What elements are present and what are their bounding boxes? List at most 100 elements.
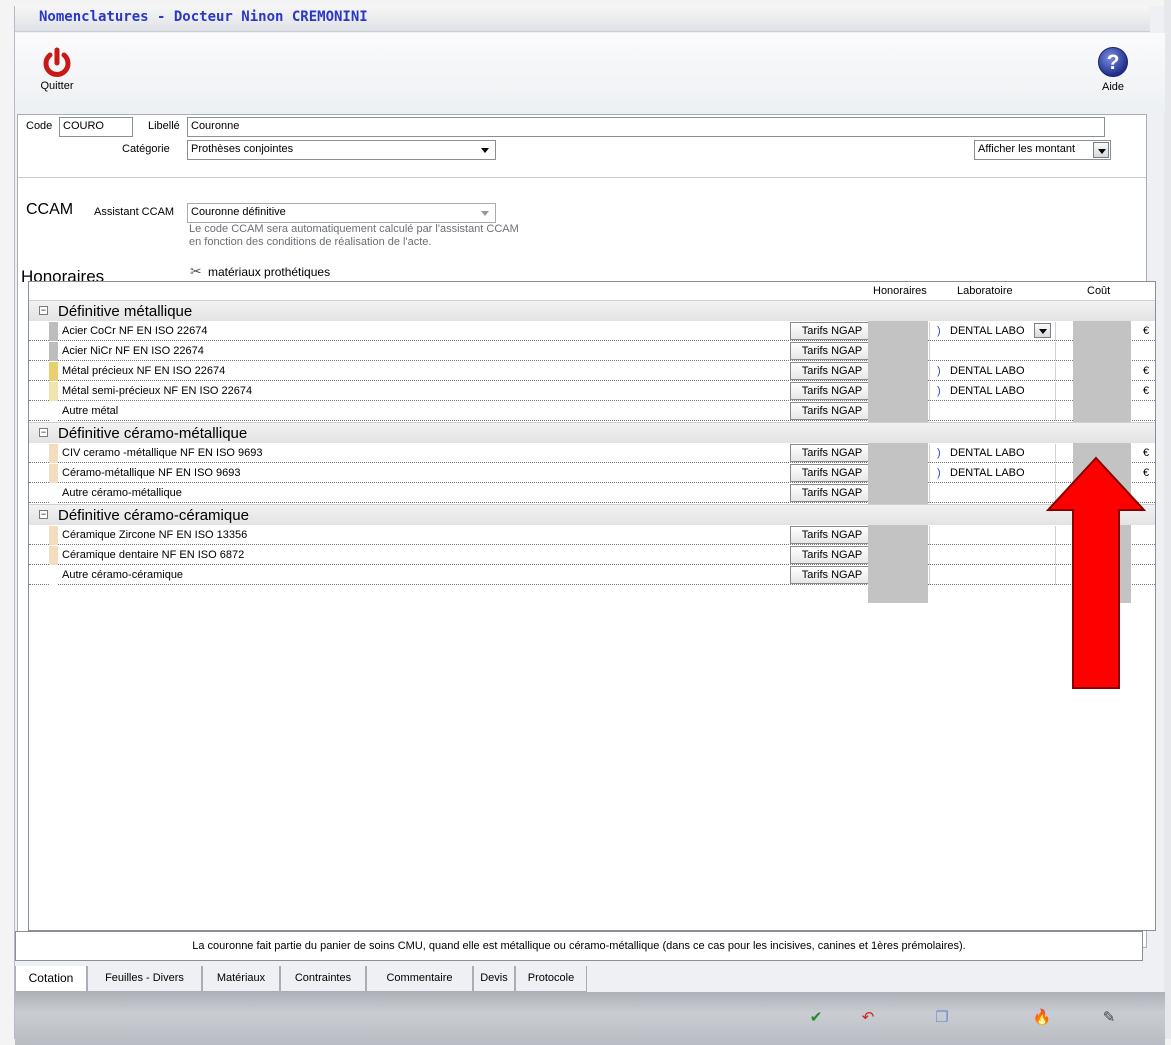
laboratoire-dropdown-button[interactable] (1034, 323, 1051, 338)
cell-divider (1055, 402, 1056, 421)
tab-matériaux[interactable]: Matériaux (202, 966, 280, 992)
tarifs-ngap-button[interactable]: Tarifs NGAP (790, 484, 874, 502)
group-header[interactable]: − Définitive métallique (29, 300, 1155, 321)
row-label: Autre céramo-céramique (62, 569, 184, 581)
group-name: Définitive céramo-métallique (58, 425, 248, 442)
status-bar: ✔ ↶ ❐ 🔥 ✎ (15, 992, 1165, 1045)
code-label: Code (26, 120, 53, 132)
cell-divider (1055, 342, 1056, 361)
group-header[interactable]: − Définitive céramo-céramique (29, 504, 1155, 525)
materials-link[interactable]: ✂ matériaux prothétiques (190, 263, 330, 280)
cell-divider (929, 464, 930, 483)
lab-indicator: ) (937, 467, 941, 479)
collapse-icon[interactable]: − (39, 510, 48, 519)
table-row[interactable]: Métal semi-précieux NF EN ISO 22674 Tarif… (29, 382, 1155, 401)
tarifs-ngap-button[interactable]: Tarifs NGAP (790, 546, 874, 564)
cell-divider (929, 362, 930, 381)
collapse-icon[interactable]: − (39, 306, 48, 315)
cell-divider (1055, 322, 1056, 341)
row-label: Métal semi-précieux NF EN ISO 22674 (62, 385, 253, 397)
copy-icon[interactable]: ❐ (931, 1007, 953, 1029)
tab-feuilles-divers[interactable]: Feuilles - Divers (87, 966, 202, 992)
laboratoire-value[interactable]: DENTAL LABO (950, 325, 1025, 337)
row-color-marker (49, 566, 58, 585)
table-row[interactable]: Céramique Zircone NF EN ISO 13356 Tarifs … (29, 526, 1155, 545)
row-label: Céramo-métallique NF EN ISO 9693 (62, 467, 241, 479)
table-row[interactable]: Autre céramo-céramique Tarifs NGAP (29, 566, 1155, 585)
tab-protocole[interactable]: Protocole (515, 966, 587, 992)
table-row[interactable]: Céramo-métallique NF EN ISO 9693 Tarifs N… (29, 464, 1155, 483)
laboratoire-value[interactable]: DENTAL LABO (950, 447, 1025, 459)
lab-indicator: ) (937, 447, 941, 459)
chevron-down-icon (481, 211, 489, 216)
assistant-ccam-select[interactable]: Couronne définitive (187, 203, 496, 223)
row-color-marker (49, 526, 58, 545)
nomenclatures-window: Nomenclatures - Docteur Ninon CREMONINI … (14, 6, 1165, 1045)
group-name: Définitive céramo-céramique (58, 507, 249, 524)
tarifs-ngap-button[interactable]: Tarifs NGAP (790, 444, 874, 462)
magic-wand-icon[interactable]: ✎ (1098, 1007, 1120, 1029)
cell-divider (1055, 382, 1056, 401)
categorie-select[interactable]: Prothèses conjointes (187, 140, 496, 160)
toolbar: Quitter ? Aide (15, 33, 1165, 113)
row-label: Acier CoCr NF EN ISO 22674 (62, 325, 208, 337)
table-row[interactable]: Acier CoCr NF EN ISO 22674 Tarifs NGAP) DE… (29, 322, 1155, 341)
table-row[interactable]: Autre céramo-métallique Tarifs NGAP (29, 484, 1155, 503)
laboratoire-value[interactable]: DENTAL LABO (950, 467, 1025, 479)
validate-icon[interactable]: ✔ (805, 1007, 827, 1029)
fire-icon[interactable]: 🔥 (1031, 1007, 1053, 1029)
background-edge (1164, 0, 1171, 1039)
euro-symbol: € (1143, 385, 1150, 397)
cell-divider (929, 342, 930, 361)
tarifs-ngap-button[interactable]: Tarifs NGAP (790, 322, 874, 340)
table-row[interactable]: Métal précieux NF EN ISO 22674 Tarifs NGA… (29, 362, 1155, 381)
assistant-ccam-value: Couronne définitive (191, 206, 286, 218)
row-color-marker (49, 342, 58, 361)
tarifs-ngap-button[interactable]: Tarifs NGAP (790, 464, 874, 482)
tarifs-ngap-button[interactable]: Tarifs NGAP (790, 402, 874, 420)
col-cout: Coût (1087, 285, 1111, 297)
undo-icon[interactable]: ↶ (857, 1007, 879, 1029)
col-laboratoire: Laboratoire (957, 285, 1013, 297)
row-color-marker (49, 362, 58, 381)
tools-icon: ✂ (190, 263, 202, 279)
libelle-input[interactable]: Couronne (187, 117, 1105, 137)
help-button[interactable]: ? Aide (1093, 47, 1133, 93)
row-label: Céramique dentaire NF EN ISO 6872 (62, 549, 245, 561)
code-input[interactable]: COURO (59, 117, 133, 137)
laboratoire-value[interactable]: DENTAL LABO (950, 365, 1025, 377)
euro-symbol: € (1143, 325, 1150, 337)
quit-button[interactable]: Quitter (37, 47, 77, 92)
tarifs-ngap-button[interactable]: Tarifs NGAP (790, 362, 874, 380)
table-row[interactable]: CIV ceramo -métallique NF EN ISO 9693 Tar… (29, 444, 1155, 463)
cell-divider (929, 484, 930, 503)
row-color-marker (49, 464, 58, 483)
row-label: Autre céramo-métallique (62, 487, 182, 499)
dropdown-button[interactable] (1093, 142, 1109, 158)
chevron-down-icon (481, 148, 489, 153)
afficher-montants-select[interactable]: Afficher les montant (974, 140, 1111, 160)
tab-commentaire[interactable]: Commentaire (366, 966, 473, 992)
tarifs-ngap-button[interactable]: Tarifs NGAP (790, 342, 874, 360)
tab-contraintes[interactable]: Contraintes (280, 966, 366, 992)
help-label: Aide (1101, 81, 1125, 93)
collapse-icon[interactable]: − (39, 428, 48, 437)
cell-divider (929, 526, 930, 545)
group-header[interactable]: − Définitive céramo-métallique (29, 422, 1155, 443)
table-row[interactable]: Céramique dentaire NF EN ISO 6872 Tarifs … (29, 546, 1155, 565)
tarifs-ngap-button[interactable]: Tarifs NGAP (790, 382, 874, 400)
tab-devis[interactable]: Devis (473, 966, 515, 992)
row-label: Céramique Zircone NF EN ISO 13356 (62, 529, 248, 541)
row-label: Métal précieux NF EN ISO 22674 (62, 365, 226, 377)
table-row[interactable]: Acier NiCr NF EN ISO 22674 Tarifs NGAP (29, 342, 1155, 361)
quit-label: Quitter (40, 80, 74, 92)
lab-indicator: ) (937, 365, 941, 377)
tarifs-ngap-button[interactable]: Tarifs NGAP (790, 526, 874, 544)
tab-cotation[interactable]: Cotation (15, 966, 87, 992)
row-color-marker (49, 322, 58, 341)
cell-divider (929, 444, 930, 463)
tarifs-ngap-button[interactable]: Tarifs NGAP (790, 566, 874, 584)
row-label: CIV ceramo -métallique NF EN ISO 9693 (62, 447, 263, 459)
laboratoire-value[interactable]: DENTAL LABO (950, 385, 1025, 397)
table-row[interactable]: Autre métal Tarifs NGAP (29, 402, 1155, 421)
